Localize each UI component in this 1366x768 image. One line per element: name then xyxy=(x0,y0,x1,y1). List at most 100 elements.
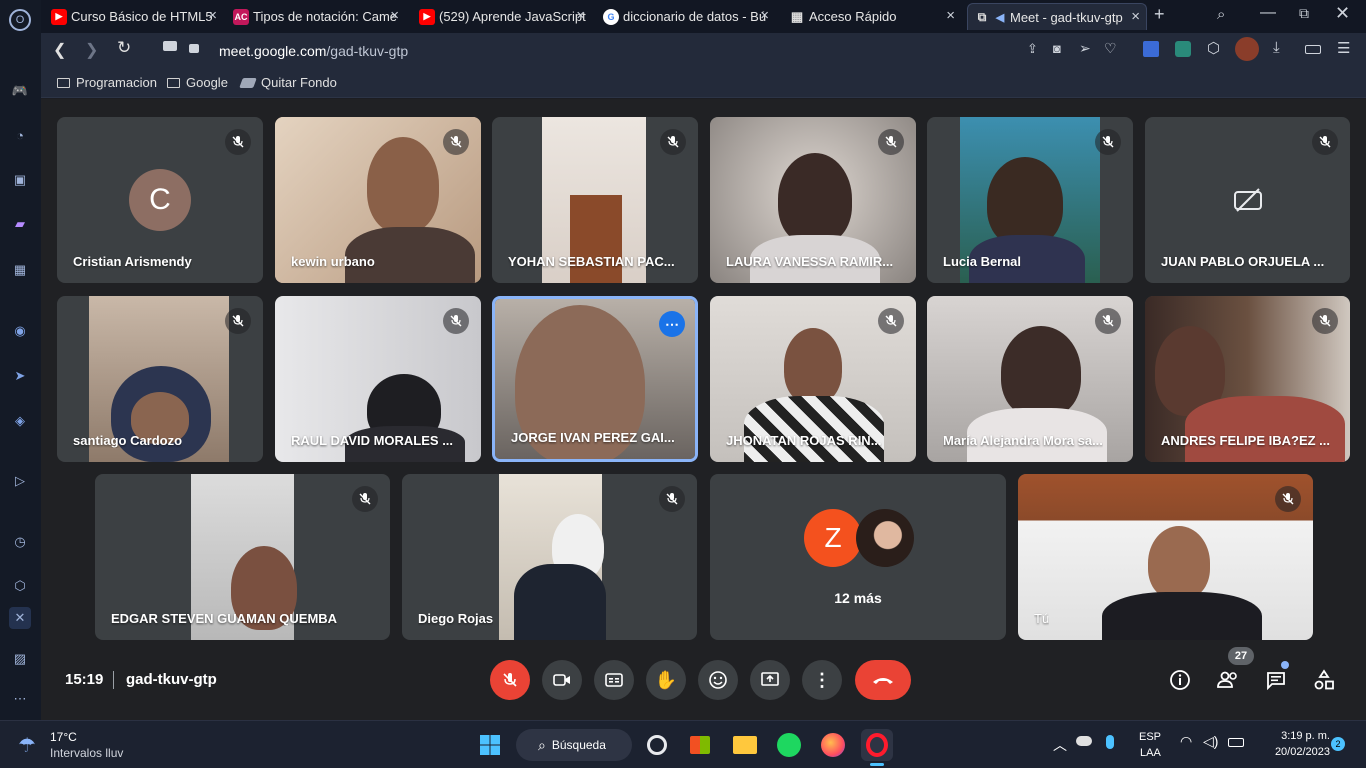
chevron-up-icon[interactable]: ︿ xyxy=(1053,735,1067,755)
whatsapp-icon[interactable]: ◉ xyxy=(9,320,31,342)
participant-tile[interactable]: Lucia Bernal xyxy=(927,117,1133,283)
download-icon[interactable]: ⤓ xyxy=(1273,39,1280,56)
gaming-icon[interactable]: 🎮 xyxy=(9,80,31,102)
bookmark-quitar-fondo[interactable]: Quitar Fondo xyxy=(239,75,337,90)
participant-tile[interactable]: YOHAN SEBASTIAN PAC... xyxy=(492,117,698,283)
participant-tile[interactable]: JUAN PABLO ORJUELA ... xyxy=(1145,117,1350,283)
participant-tile[interactable]: JHONATAN ROJAS RIN... xyxy=(710,296,916,462)
more-options-button[interactable]: ⋮ xyxy=(802,660,842,700)
menu-icon[interactable]: ☰ xyxy=(1337,39,1350,57)
tab-diccionario[interactable]: G diccionario de datos - Bú × xyxy=(597,3,775,30)
participant-tile-active[interactable]: ⋯ JORGE IVAN PEREZ GAI... xyxy=(492,296,698,462)
share-icon[interactable]: ⇪ xyxy=(1027,41,1038,57)
taskbar-app-explorer[interactable] xyxy=(729,729,761,761)
participant-tile[interactable]: kewin urbano xyxy=(275,117,481,283)
volume-icon[interactable]: ◁) xyxy=(1203,733,1218,750)
taskbar-app-opera-gx[interactable] xyxy=(641,729,673,761)
chip-icon[interactable]: ▦ xyxy=(9,259,31,281)
tab-acceso-rapido[interactable]: ▦ Acceso Rápido × xyxy=(783,3,961,30)
telegram-icon[interactable]: ➤ xyxy=(9,365,31,387)
weather-icon[interactable]: ☂ xyxy=(18,733,36,758)
tab-html5[interactable]: ▶ Curso Básico de HTML5 × xyxy=(45,3,223,30)
battery-icon[interactable] xyxy=(1228,738,1244,747)
discord-icon[interactable]: ◈ xyxy=(9,410,31,432)
leave-call-button[interactable] xyxy=(855,660,911,700)
lock-icon[interactable] xyxy=(189,44,199,53)
tab-meet[interactable]: ⧉ ◀ Meet - gad-tkuv-gtp × xyxy=(967,3,1147,30)
close-icon[interactable]: × xyxy=(760,7,769,24)
close-window-icon[interactable]: ✕ xyxy=(1335,3,1350,24)
speed-dial-icon[interactable]: ◔ xyxy=(9,124,31,146)
taskbar-app-store[interactable] xyxy=(684,729,716,761)
weather-temp[interactable]: 17°C xyxy=(50,730,77,744)
heart-icon[interactable]: ♡ xyxy=(1104,40,1117,57)
meeting-details-button[interactable] xyxy=(1167,667,1193,693)
extension-icon[interactable] xyxy=(1175,41,1191,57)
minimize-icon[interactable]: — xyxy=(1260,4,1276,22)
cube-icon[interactable]: ⬡ xyxy=(1207,39,1220,57)
close-icon[interactable]: × xyxy=(946,7,955,24)
microphone-icon[interactable] xyxy=(1106,735,1114,749)
opera-logo-icon[interactable]: O xyxy=(9,9,31,31)
cube-icon[interactable]: ⬡ xyxy=(9,575,31,597)
search-tabs-icon[interactable]: ⌕ xyxy=(1217,6,1225,23)
close-icon[interactable]: × xyxy=(390,7,399,24)
participant-tile[interactable]: RAUL DAVID MORALES ... xyxy=(275,296,481,462)
raise-hand-button[interactable]: ✋ xyxy=(646,660,686,700)
participant-tile[interactable]: santiago Cardozo xyxy=(57,296,263,462)
camera-toggle-button[interactable] xyxy=(542,660,582,700)
send-icon[interactable]: ➢ xyxy=(1079,40,1091,57)
close-icon[interactable]: × xyxy=(576,7,585,24)
start-button[interactable] xyxy=(474,729,506,761)
battery-saver-icon[interactable] xyxy=(1305,45,1321,54)
tab-javascript[interactable]: ▶ (529) Aprende JavaScript × xyxy=(413,3,591,30)
google-icon: G xyxy=(603,8,619,25)
notification-badge[interactable]: 2 xyxy=(1331,737,1345,751)
player-icon[interactable]: ▷ xyxy=(9,470,31,492)
chat-button[interactable] xyxy=(1263,667,1289,693)
participant-tile[interactable]: EDGAR STEVEN GUAMAN QUEMBA xyxy=(95,474,390,640)
participant-tile[interactable]: LAURA VANESSA RAMIR... xyxy=(710,117,916,283)
back-icon[interactable]: ❮ xyxy=(53,40,66,60)
avatar-icon[interactable] xyxy=(1235,37,1259,61)
taskbar-app-opera[interactable] xyxy=(861,729,893,761)
reload-icon[interactable]: ↻ xyxy=(117,38,131,58)
tab-notacion[interactable]: AC Tipos de notación: Came × xyxy=(227,3,405,30)
captions-button[interactable] xyxy=(594,660,634,700)
clock-time[interactable]: 3:19 p. m. xyxy=(1266,730,1330,742)
taskbar-app-firefox[interactable] xyxy=(817,729,849,761)
snapshot-icon[interactable]: ◙ xyxy=(1053,41,1061,56)
url-field[interactable]: meet.google.com /gad-tkuv-gtp xyxy=(219,38,1039,63)
taskbar-app-spotify[interactable] xyxy=(773,729,805,761)
more-options-icon[interactable]: ⋯ xyxy=(659,311,685,337)
wifi-icon[interactable]: ◠ xyxy=(1180,733,1192,750)
bookmark-google[interactable]: Google xyxy=(167,75,228,90)
bookmark-programacion[interactable]: Programacion xyxy=(57,75,157,90)
pinboard-icon[interactable]: ✕ xyxy=(9,607,31,629)
people-button[interactable] xyxy=(1215,667,1241,693)
twitch-icon[interactable]: ▰ xyxy=(9,213,31,235)
participant-tile[interactable]: ANDRES FELIPE IBA?EZ ... xyxy=(1145,296,1350,462)
self-tile[interactable]: Tú xyxy=(1018,474,1313,640)
history-icon[interactable]: ◷ xyxy=(9,531,31,553)
search-box[interactable]: ⌕ Búsqueda xyxy=(516,729,632,761)
restore-icon[interactable]: ⧉ xyxy=(1299,5,1309,22)
gallery-icon[interactable]: ▨ xyxy=(9,648,31,670)
activities-button[interactable] xyxy=(1311,667,1337,693)
more-participants-tile[interactable]: Z 12 más xyxy=(710,474,1006,640)
close-icon[interactable]: × xyxy=(1131,8,1140,25)
reactions-button[interactable] xyxy=(698,660,738,700)
present-button[interactable] xyxy=(750,660,790,700)
participant-tile[interactable]: Diego Rojas xyxy=(402,474,697,640)
close-icon[interactable]: × xyxy=(208,7,217,24)
bag-icon[interactable]: ▣ xyxy=(9,169,31,191)
mic-toggle-button[interactable] xyxy=(490,660,530,700)
input-language-top[interactable]: ESP xyxy=(1139,731,1161,743)
new-tab-icon[interactable]: + xyxy=(1154,4,1165,25)
translate-icon[interactable] xyxy=(1143,41,1159,57)
cloud-icon[interactable] xyxy=(1076,736,1092,746)
participant-tile[interactable]: María Alejandra Mora sa... xyxy=(927,296,1133,462)
more-icon[interactable]: ⋯ xyxy=(9,688,31,710)
participant-tile[interactable]: C Cristian Arismendy xyxy=(57,117,263,283)
forward-icon[interactable]: ❯ xyxy=(85,40,98,60)
